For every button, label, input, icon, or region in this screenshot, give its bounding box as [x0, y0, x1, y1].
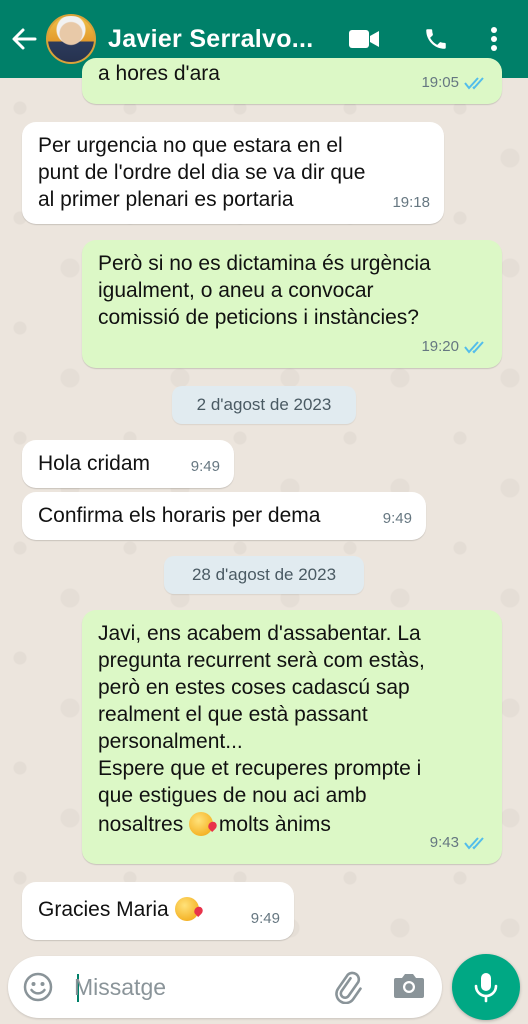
message-content: Gracies Maria	[38, 892, 278, 923]
date-separator: 2 d'agost de 2023	[172, 386, 356, 424]
message-bubble[interactable]: Gracies Maria 9:49	[22, 882, 294, 940]
message-text: Confirma els horaris per dema	[38, 504, 321, 527]
message-bubble[interactable]: a hores d'ara 19:05	[82, 58, 502, 104]
message-time: 19:20	[421, 338, 459, 355]
attach-icon	[335, 971, 362, 1005]
microphone-icon	[474, 973, 498, 1003]
message-time: 9:49	[382, 510, 412, 527]
message-text: Gracies Maria	[38, 898, 169, 921]
message-meta: 19:18	[392, 189, 430, 216]
voice-message-button[interactable]	[452, 954, 520, 1020]
back-arrow-icon	[12, 28, 37, 50]
message-time: 19:05	[421, 74, 459, 91]
avatar[interactable]	[46, 14, 96, 64]
message-time: 19:18	[392, 194, 430, 211]
read-ticks-icon	[464, 340, 484, 354]
more-options-icon	[491, 27, 497, 51]
message-time: 9:49	[190, 458, 220, 475]
video-call-icon	[349, 30, 379, 48]
message-composer	[8, 956, 442, 1018]
message-text: Per urgencia no que estara en el punt de…	[38, 134, 366, 211]
contact-name[interactable]: Javier Serralvo...	[108, 25, 318, 54]
message-time: 9:43	[429, 834, 459, 851]
message-text: Però si no es dictamina és urgència igua…	[98, 252, 431, 329]
message-meta: 9:49	[383, 505, 412, 532]
message-last-line: nosaltres molts ànims	[98, 811, 486, 838]
message-meta: 19:20	[421, 333, 488, 360]
message-meta: 19:05	[421, 69, 488, 96]
message-meta: 9:49	[251, 905, 280, 932]
kiss-emoji-icon	[174, 897, 199, 921]
message-text-part: nosaltres	[98, 813, 184, 836]
camera-icon	[394, 974, 424, 998]
message-bubble[interactable]: Hola cridam 9:49	[22, 440, 234, 488]
message-meta: 9:49	[191, 453, 220, 480]
read-ticks-icon	[464, 76, 484, 90]
message-time: 9:49	[250, 910, 280, 927]
message-input[interactable]	[74, 970, 314, 1004]
kiss-emoji-icon	[189, 812, 214, 836]
message-bubble[interactable]: Per urgencia no que estara en el punt de…	[22, 122, 444, 224]
camera-button[interactable]	[392, 971, 426, 1003]
message-text: Javi, ens acabem d'assabentar. La pregun…	[98, 622, 425, 807]
message-bubble[interactable]: Javi, ens acabem d'assabentar. La pregun…	[82, 610, 502, 864]
message-meta: 9:43	[430, 829, 488, 856]
message-text: a hores d'ara	[98, 62, 220, 85]
emoji-button[interactable]	[22, 971, 54, 1003]
attach-button[interactable]	[330, 970, 364, 1005]
message-text-part: molts ànims	[218, 813, 331, 836]
message-bubble[interactable]: Però si no es dictamina és urgència igua…	[82, 240, 502, 368]
voice-call-icon	[426, 29, 446, 49]
read-ticks-icon	[464, 836, 484, 850]
back-button[interactable]	[2, 0, 46, 78]
message-bubble[interactable]: Confirma els horaris per dema 9:49	[22, 492, 426, 540]
emoji-icon	[23, 972, 53, 1002]
date-separator: 28 d'agost de 2023	[164, 556, 364, 594]
